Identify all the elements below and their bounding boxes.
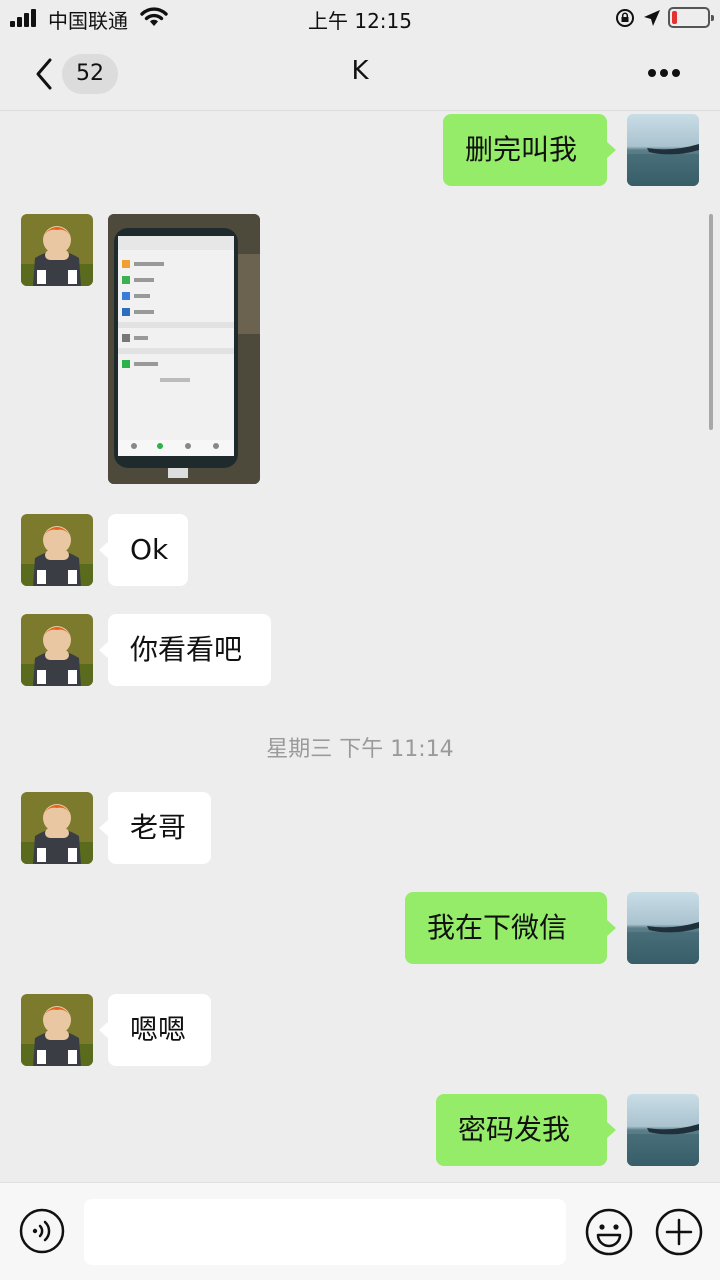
input-bar [0,1182,720,1280]
photo-message[interactable] [108,214,260,484]
rotation-lock-icon [616,9,634,27]
contact-avatar[interactable] [21,792,93,864]
emoji-icon[interactable] [584,1207,634,1257]
contact-avatar[interactable] [21,994,93,1066]
chat-title: K [351,56,369,86]
self-avatar[interactable] [627,892,699,964]
voice-icon[interactable] [18,1207,66,1255]
message-bubble[interactable]: 你看看吧 [99,614,271,686]
self-avatar[interactable] [627,1094,699,1166]
more-dots-icon[interactable] [644,66,684,80]
chat-header: 52 K [0,36,720,111]
timestamp-divider: 星期三 下午 11:14 [266,737,454,762]
message-bubble[interactable]: 嗯嗯 [99,994,211,1066]
clock: 上午 12:15 [308,9,412,33]
message-bubble[interactable]: 删完叫我 [443,114,616,186]
contact-avatar[interactable] [21,214,93,286]
location-arrow-icon [644,10,660,26]
plus-icon[interactable] [654,1207,704,1257]
battery-icon [668,7,714,28]
message-bubble[interactable]: Ok [99,514,188,586]
self-avatar[interactable] [627,114,699,186]
phone-photo-icon [108,214,260,484]
scrollbar[interactable] [709,214,713,430]
message-input[interactable] [84,1199,566,1265]
status-bar: 中国联通 上午 12:15 [0,0,720,36]
message-bubble[interactable]: 密码发我 [436,1094,616,1166]
message-bubble[interactable]: 我在下微信 [405,892,616,964]
battery-level [672,11,677,24]
contact-avatar[interactable] [21,514,93,586]
message-bubble[interactable]: 老哥 [99,792,211,864]
contact-avatar[interactable] [21,614,93,686]
